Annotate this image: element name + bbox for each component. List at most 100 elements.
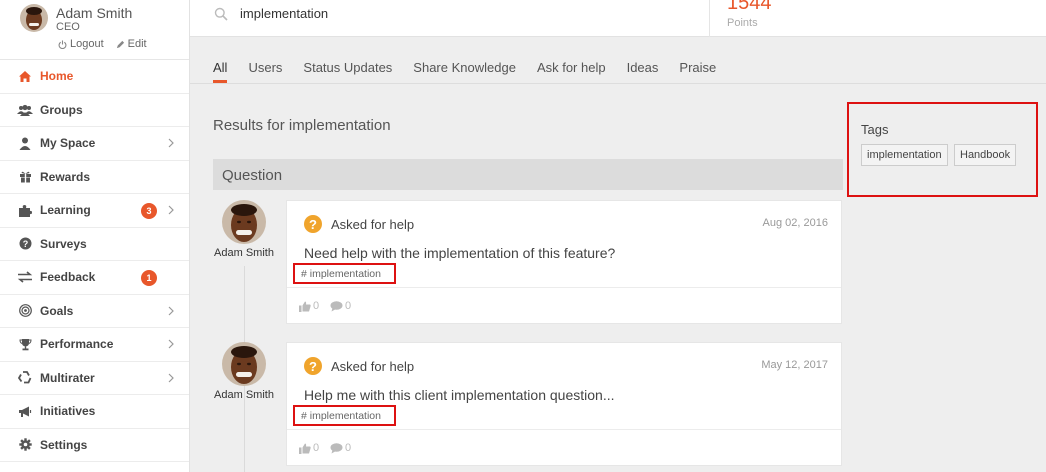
exchange-icon	[17, 269, 33, 285]
sidebar-item-initiatives[interactable]: Initiatives	[0, 395, 189, 429]
bullhorn-icon	[17, 403, 33, 419]
comment-count: 0	[345, 300, 352, 312]
like-count: 0	[313, 442, 320, 454]
sidebar-item-label: Rewards	[40, 169, 91, 184]
sidebar-item-multirater[interactable]: Multirater	[0, 362, 189, 395]
sidebar-item-label: Settings	[40, 437, 88, 452]
edit-label: Edit	[127, 38, 147, 50]
comment-count: 0	[345, 442, 352, 454]
post-author-name: Adam Smith	[214, 247, 274, 259]
post-author[interactable]: Adam Smith	[209, 200, 279, 259]
tab-users[interactable]: Users	[248, 60, 282, 83]
filter-tabs: All Users Status Updates Share Knowledge…	[213, 60, 737, 83]
learning-count-badge: 3	[141, 203, 157, 219]
sidebar-item-rewards[interactable]: Rewards	[0, 161, 189, 194]
tab-status-updates[interactable]: Status Updates	[303, 60, 392, 83]
post-tag[interactable]: # implementation	[293, 263, 396, 284]
profile-role: CEO	[56, 21, 80, 33]
sidebar-item-label: Learning	[40, 203, 91, 218]
tags-title: Tags	[861, 122, 889, 137]
section-header-question: Question	[213, 159, 843, 190]
sidebar-item-goals[interactable]: Goals	[0, 295, 189, 328]
tab-praise[interactable]: Praise	[679, 60, 716, 83]
points-label: Points	[727, 17, 758, 29]
sidebar-item-groups[interactable]: Groups	[0, 94, 189, 127]
chevron-right-icon	[168, 306, 174, 315]
question-icon: ?	[304, 215, 322, 233]
sidebar-item-feedback[interactable]: Feedback 1	[0, 261, 189, 295]
sidebar-item-label: Multirater	[40, 370, 95, 385]
sidebar-item-label: Performance	[40, 337, 114, 352]
chevron-right-icon	[168, 205, 174, 215]
like-count: 0	[313, 300, 320, 312]
logout-label: Logout	[70, 38, 104, 50]
post-card: ? Asked for help May 12, 2017 Help me wi…	[286, 342, 842, 466]
comment-icon	[330, 442, 343, 453]
sidebar: Adam Smith CEO Logout Edit Home Groups M…	[0, 0, 190, 472]
sidebar-item-learning[interactable]: Learning 3	[0, 194, 189, 228]
question-icon: ?	[304, 357, 322, 375]
sidebar-item-home[interactable]: Home	[0, 60, 189, 94]
post-author-name: Adam Smith	[214, 389, 274, 401]
tab-ask-for-help[interactable]: Ask for help	[537, 60, 606, 83]
profile-name: Adam Smith	[56, 5, 133, 21]
tag-chip[interactable]: Handbook	[954, 144, 1017, 166]
post-text: Need help with the implementation of thi…	[304, 245, 616, 261]
sidebar-item-label: My Space	[40, 136, 96, 151]
tag-chip[interactable]: implementation	[861, 144, 948, 166]
thumbs-up-icon	[299, 443, 311, 454]
sidebar-item-performance[interactable]: Performance	[0, 328, 189, 362]
avatar[interactable]	[222, 200, 266, 244]
sidebar-item-label: Surveys	[40, 236, 87, 251]
sidebar-item-my-space[interactable]: My Space	[0, 127, 189, 161]
top-bar: 1544 Points	[190, 0, 1046, 37]
comment-icon	[330, 300, 343, 311]
groups-icon	[17, 102, 33, 118]
avatar[interactable]	[20, 4, 48, 32]
profile-panel: Adam Smith CEO Logout Edit	[0, 0, 189, 60]
sidebar-item-label: Initiatives	[40, 404, 96, 419]
target-icon	[17, 303, 33, 319]
sidebar-item-surveys[interactable]: ? Surveys	[0, 228, 189, 261]
logout-link[interactable]: Logout	[58, 38, 104, 50]
topbar-divider	[709, 0, 710, 37]
puzzle-icon	[17, 202, 33, 218]
thumbs-up-icon	[299, 301, 311, 312]
question-circle-icon: ?	[17, 236, 33, 252]
chevron-right-icon	[168, 373, 174, 382]
avatar[interactable]	[222, 342, 266, 386]
post-author[interactable]: Adam Smith	[209, 342, 279, 401]
points-value: 1544	[727, 0, 772, 14]
comment-button[interactable]: 0	[330, 300, 351, 312]
search-input[interactable]	[240, 6, 640, 21]
post-tag[interactable]: # implementation	[293, 405, 396, 426]
gift-icon	[17, 169, 33, 185]
post-date: May 12, 2017	[761, 359, 828, 371]
pencil-icon	[116, 40, 124, 48]
svg-text:?: ?	[22, 239, 28, 249]
sidebar-item-label: Home	[40, 69, 74, 84]
post-card: ? Asked for help Aug 02, 2016 Need help …	[286, 200, 842, 324]
home-icon	[17, 68, 33, 84]
comment-button[interactable]: 0	[330, 442, 351, 454]
tags-panel: Tags implementation Handbook	[847, 102, 1038, 197]
post-type: Asked for help	[331, 217, 415, 232]
results-title: Results for implementation	[213, 117, 391, 134]
post-type: Asked for help	[331, 359, 415, 374]
search-icon	[214, 7, 228, 21]
gear-icon	[17, 437, 33, 453]
user-icon	[17, 135, 33, 151]
tab-all[interactable]: All	[213, 60, 228, 83]
tab-share-knowledge[interactable]: Share Knowledge	[413, 60, 516, 83]
sidebar-item-settings[interactable]: Settings	[0, 429, 189, 462]
like-button[interactable]: 0	[299, 442, 319, 454]
power-icon	[58, 39, 67, 49]
chevron-right-icon	[168, 138, 174, 148]
post-text: Help me with this client implementation …	[304, 387, 615, 403]
tab-ideas[interactable]: Ideas	[627, 60, 659, 83]
feedback-count-badge: 1	[141, 270, 157, 286]
sidebar-item-label: Groups	[40, 102, 83, 117]
edit-link[interactable]: Edit	[116, 38, 147, 50]
sidebar-item-label: Goals	[40, 303, 74, 318]
like-button[interactable]: 0	[299, 300, 319, 312]
